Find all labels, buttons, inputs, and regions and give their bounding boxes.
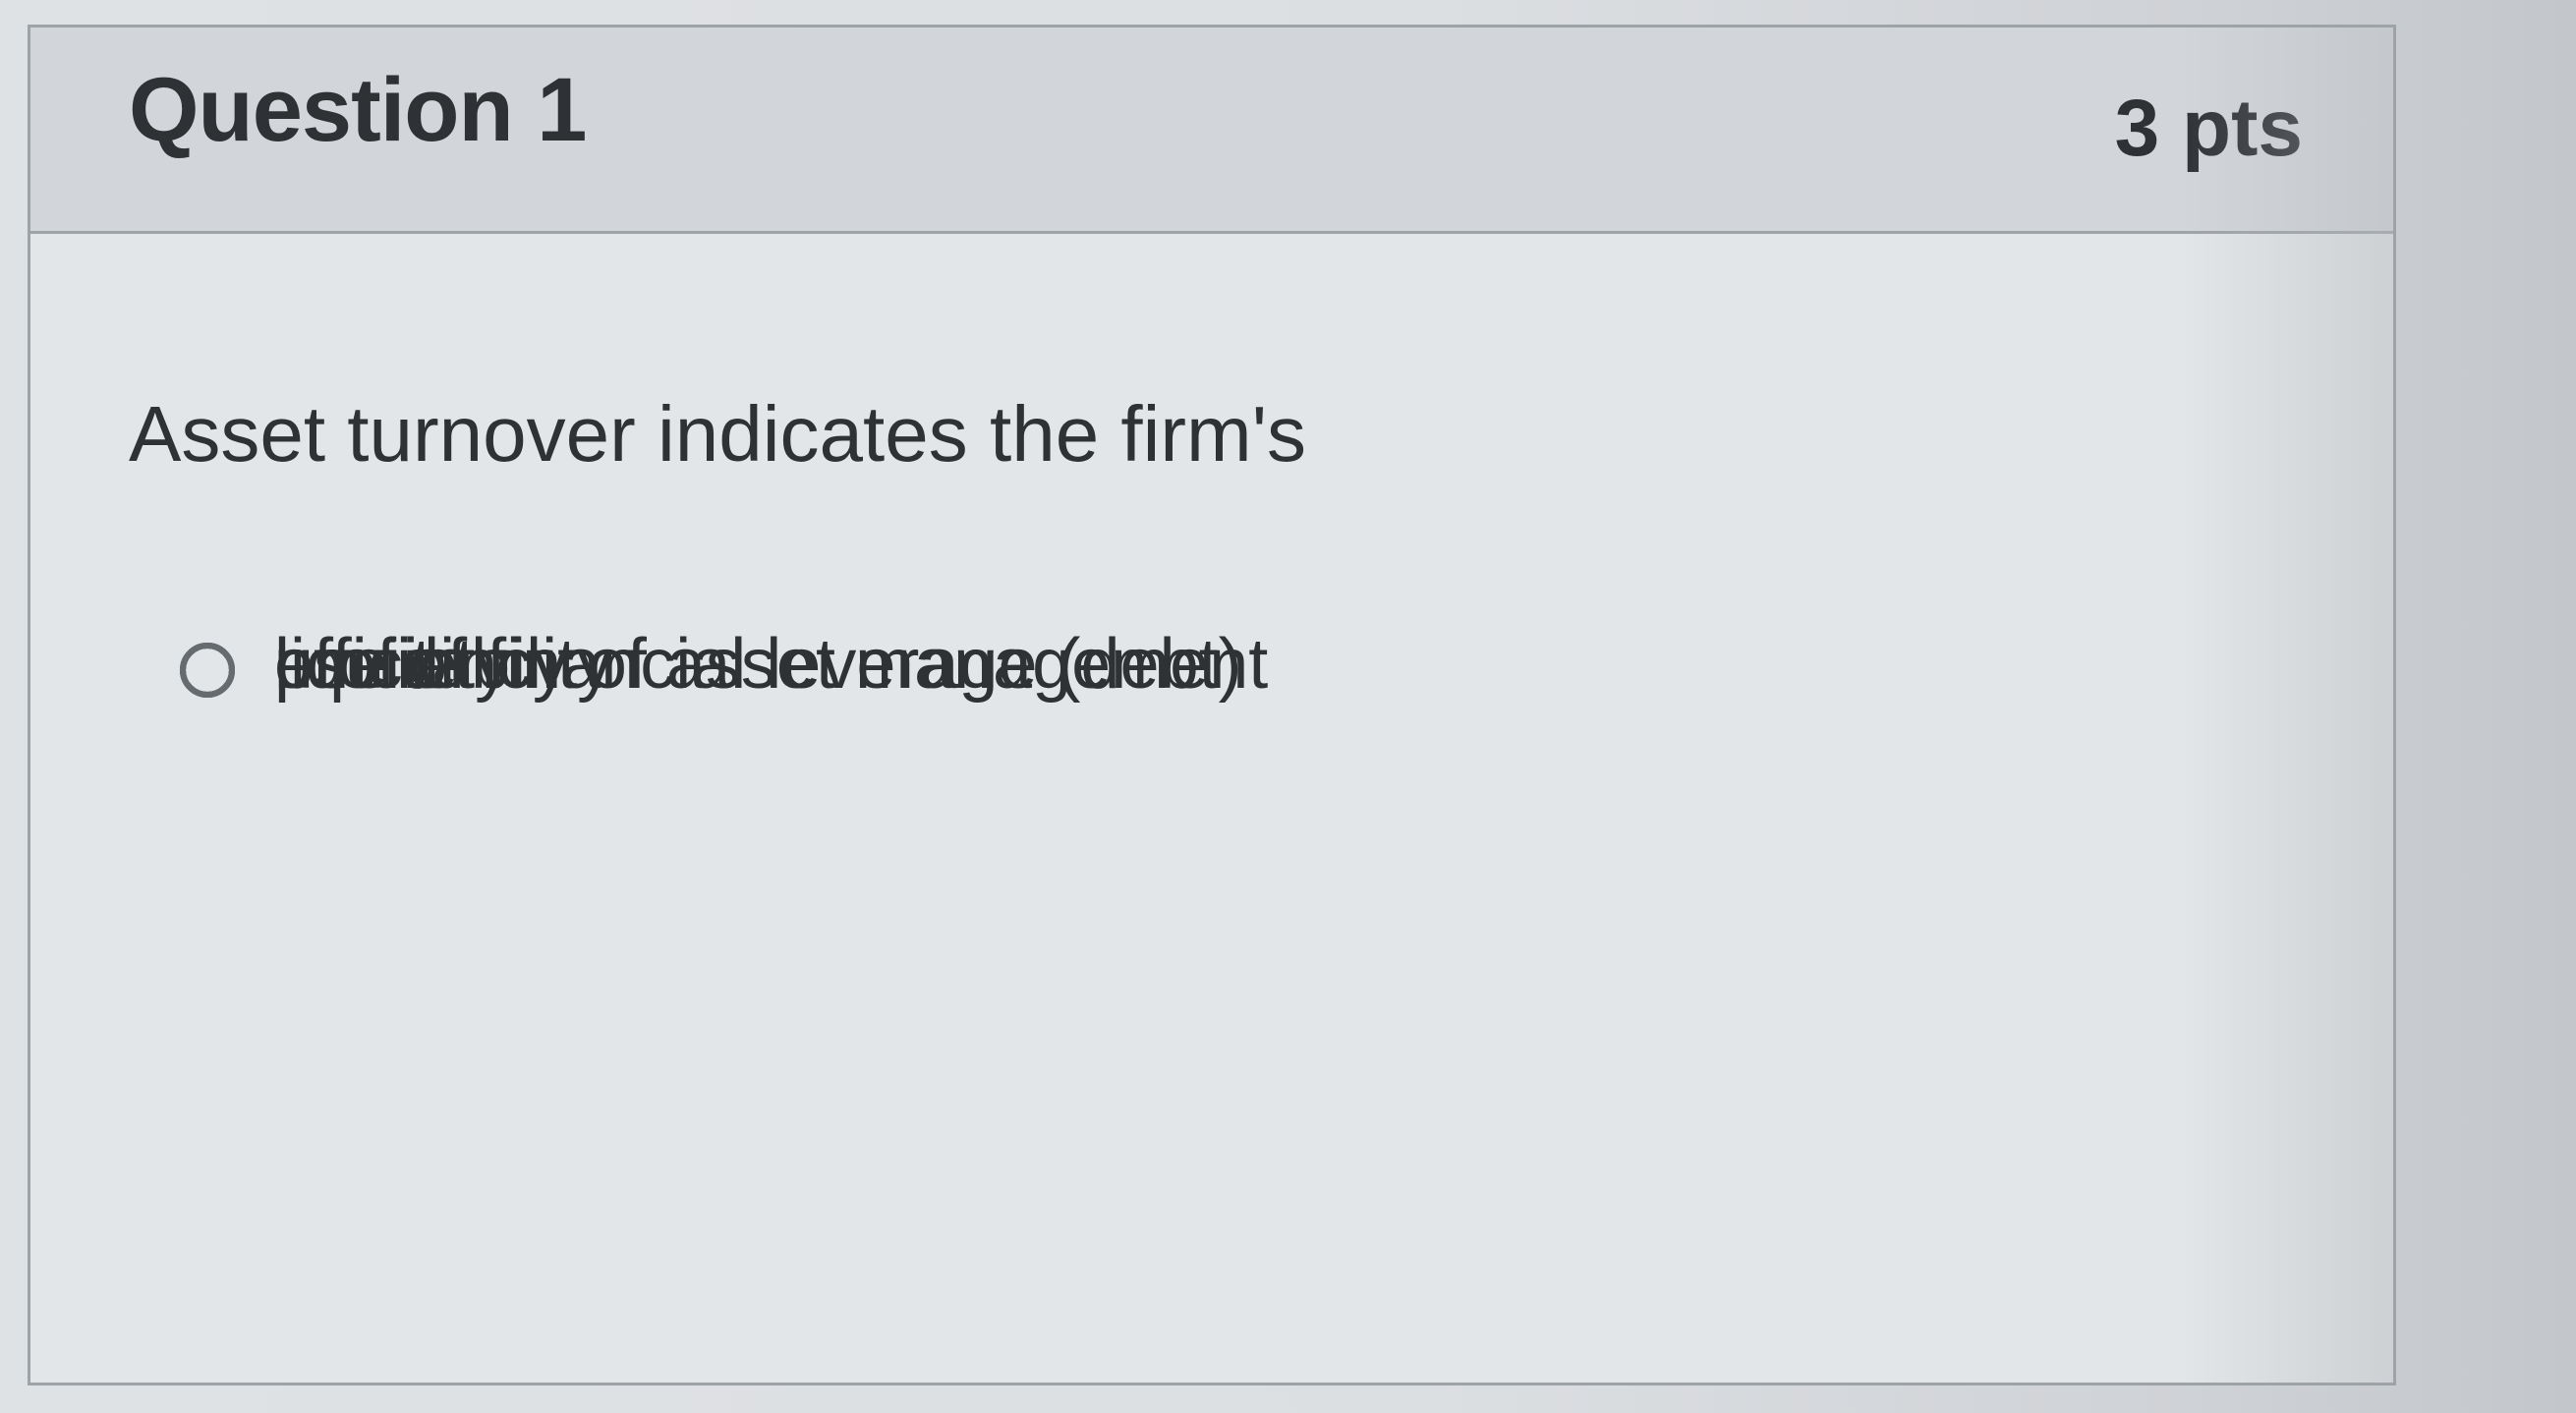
photo-shading bbox=[2177, 28, 2393, 1383]
radio-button-icon[interactable] bbox=[180, 643, 235, 698]
question-header: Question 1 3 pts bbox=[30, 28, 2393, 234]
question-body: Asset turnover indicates the firm's liqu… bbox=[30, 234, 2393, 1383]
quiz-question-card: Question 1 3 pts Asset turnover indicate… bbox=[28, 25, 2396, 1385]
question-title: Question 1 bbox=[129, 60, 587, 160]
answer-label: efficiency of asset management bbox=[274, 625, 1269, 704]
question-prompt: Asset turnover indicates the firm's bbox=[129, 390, 1306, 478]
page: { "question": { "title": "Question 1", "… bbox=[0, 0, 2576, 1413]
